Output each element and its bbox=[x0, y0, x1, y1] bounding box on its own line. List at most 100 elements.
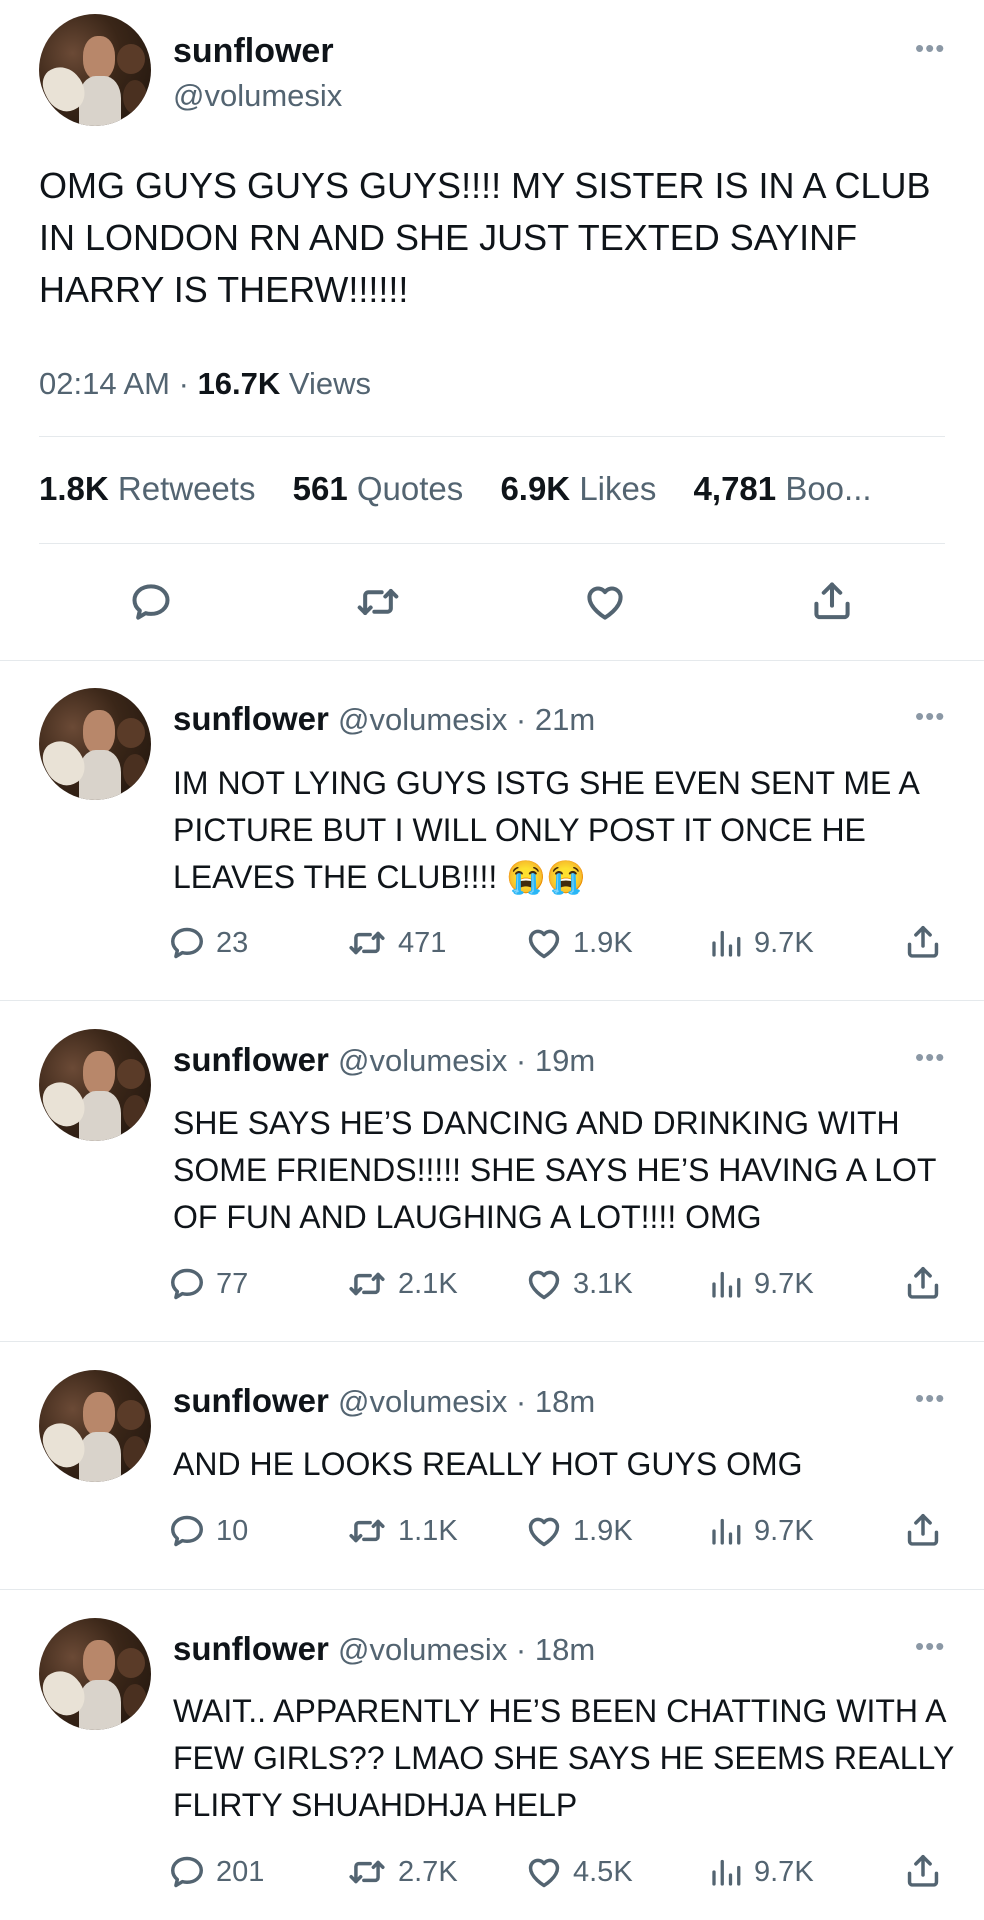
quotes-stat[interactable]: 561 Quotes bbox=[293, 470, 464, 508]
share-button[interactable] bbox=[904, 1851, 942, 1891]
like-icon bbox=[587, 586, 623, 620]
retweet-count: 2.1K bbox=[398, 1267, 458, 1300]
views-button[interactable]: 9.7K bbox=[708, 1853, 814, 1891]
retweet-button[interactable]: 2.1K bbox=[346, 1265, 458, 1303]
reply-author[interactable]: sunflower @volumesix · 18m bbox=[173, 1630, 595, 1668]
tweet-meta: 02:14 AM · 16.7K Views bbox=[39, 366, 371, 402]
reply-button[interactable] bbox=[129, 580, 173, 624]
retweet-icon bbox=[349, 1860, 385, 1884]
reply-button[interactable]: 10 bbox=[168, 1512, 248, 1550]
like-icon bbox=[528, 1858, 560, 1888]
retweets-label: Retweets bbox=[117, 470, 256, 507]
retweet-count: 2.7K bbox=[398, 1855, 458, 1888]
author-handle[interactable]: @volumesix bbox=[173, 78, 342, 114]
retweet-icon bbox=[349, 1272, 385, 1296]
like-icon bbox=[528, 929, 560, 959]
tweet-stats: 1.8K Retweets 561 Quotes 6.9K Likes 4,78… bbox=[39, 470, 949, 514]
views-icon bbox=[712, 1859, 741, 1886]
like-count: 1.9K bbox=[573, 926, 633, 959]
share-icon bbox=[814, 582, 850, 620]
more-options-icon[interactable]: ••• bbox=[915, 703, 945, 729]
more-options-icon[interactable]: ••• bbox=[915, 1633, 945, 1659]
like-button[interactable]: 1.9K bbox=[525, 924, 633, 962]
views-icon bbox=[712, 930, 741, 957]
likes-count: 6.9K bbox=[500, 470, 571, 507]
reply-count: 201 bbox=[216, 1855, 265, 1888]
reply-author[interactable]: sunflower @volumesix · 18m bbox=[173, 1382, 595, 1420]
author-name[interactable]: sunflower bbox=[173, 1382, 329, 1419]
author-name[interactable]: sunflower bbox=[173, 1630, 329, 1667]
views-button[interactable]: 9.7K bbox=[708, 1512, 814, 1550]
views-button[interactable]: 9.7K bbox=[708, 1265, 814, 1303]
reply-count: 23 bbox=[216, 926, 249, 959]
likes-stat[interactable]: 6.9K Likes bbox=[500, 470, 656, 508]
retweet-button[interactable] bbox=[354, 580, 402, 624]
avatar[interactable] bbox=[39, 1618, 151, 1730]
like-icon bbox=[528, 1517, 560, 1547]
bookmarks-stat[interactable]: 4,781 Boo... bbox=[694, 470, 872, 508]
author-name[interactable]: sunflower bbox=[173, 32, 334, 71]
handle-time: @volumesix · 19m bbox=[338, 1043, 596, 1078]
retweet-icon bbox=[357, 588, 399, 616]
reply-button[interactable]: 23 bbox=[168, 924, 248, 962]
reply-text: AND HE LOOKS REALLY HOT GUYS OMG bbox=[173, 1446, 803, 1482]
reply-button[interactable]: 77 bbox=[168, 1265, 248, 1303]
views-count: 16.7K bbox=[197, 366, 281, 401]
reply-author[interactable]: sunflower @volumesix · 21m bbox=[173, 700, 595, 738]
like-count: 1.9K bbox=[573, 1514, 633, 1547]
avatar[interactable] bbox=[39, 688, 151, 800]
reply-button[interactable]: 201 bbox=[168, 1853, 264, 1891]
share-icon bbox=[907, 1514, 939, 1546]
author-name[interactable]: sunflower bbox=[173, 1041, 329, 1078]
more-options-icon[interactable]: ••• bbox=[915, 1385, 945, 1411]
like-button[interactable]: 4.5K bbox=[525, 1853, 633, 1891]
like-count: 4.5K bbox=[573, 1855, 633, 1888]
share-button[interactable] bbox=[904, 1510, 942, 1550]
avatar[interactable] bbox=[39, 1370, 151, 1482]
divider bbox=[0, 1589, 984, 1590]
reply-icon bbox=[171, 1515, 203, 1547]
reply-text: IM NOT LYING GUYS ISTG SHE EVEN SENT ME … bbox=[173, 765, 919, 895]
reply-author[interactable]: sunflower @volumesix · 19m bbox=[173, 1041, 595, 1079]
views-count: 9.7K bbox=[754, 926, 814, 959]
retweets-stat[interactable]: 1.8K Retweets bbox=[39, 470, 255, 508]
retweet-count: 471 bbox=[398, 926, 447, 959]
retweet-button[interactable]: 2.7K bbox=[346, 1853, 458, 1891]
likes-label: Likes bbox=[579, 470, 657, 507]
like-count: 3.1K bbox=[573, 1267, 633, 1300]
quotes-label: Quotes bbox=[356, 470, 464, 507]
share-button[interactable] bbox=[904, 1263, 942, 1303]
views-count: 9.7K bbox=[754, 1514, 814, 1547]
meta-separator: · bbox=[178, 366, 189, 401]
like-button[interactable] bbox=[583, 580, 627, 624]
reply-count: 10 bbox=[216, 1514, 249, 1547]
handle-time: @volumesix · 21m bbox=[338, 702, 596, 737]
reply-icon bbox=[132, 584, 170, 620]
more-options-icon[interactable]: ••• bbox=[915, 1044, 945, 1070]
retweet-icon bbox=[349, 931, 385, 955]
tweet-time: 02:14 AM bbox=[39, 366, 170, 401]
bookmarks-count: 4,781 bbox=[693, 470, 777, 507]
views-count: 9.7K bbox=[754, 1855, 814, 1888]
share-button[interactable] bbox=[904, 922, 942, 962]
avatar[interactable] bbox=[39, 14, 151, 126]
retweet-count: 1.1K bbox=[398, 1514, 458, 1547]
divider bbox=[0, 660, 984, 661]
like-button[interactable]: 3.1K bbox=[525, 1265, 633, 1303]
divider bbox=[0, 1000, 984, 1001]
more-options-icon[interactable]: ••• bbox=[915, 35, 945, 61]
quotes-count: 561 bbox=[292, 470, 348, 507]
views-label: Views bbox=[288, 366, 372, 401]
views-icon bbox=[712, 1518, 741, 1545]
avatar[interactable] bbox=[39, 1029, 151, 1141]
retweets-count: 1.8K bbox=[39, 470, 109, 507]
retweet-icon bbox=[349, 1519, 385, 1543]
author-name[interactable]: sunflower bbox=[173, 700, 329, 737]
share-button[interactable] bbox=[810, 578, 854, 624]
views-button[interactable]: 9.7K bbox=[708, 924, 814, 962]
retweet-button[interactable]: 1.1K bbox=[346, 1512, 458, 1550]
bookmarks-label: Boo... bbox=[785, 470, 872, 507]
tweet-text: OMG GUYS GUYS GUYS!!!! MY SISTER IS IN A… bbox=[39, 165, 931, 310]
like-button[interactable]: 1.9K bbox=[525, 1512, 633, 1550]
retweet-button[interactable]: 471 bbox=[346, 924, 446, 962]
